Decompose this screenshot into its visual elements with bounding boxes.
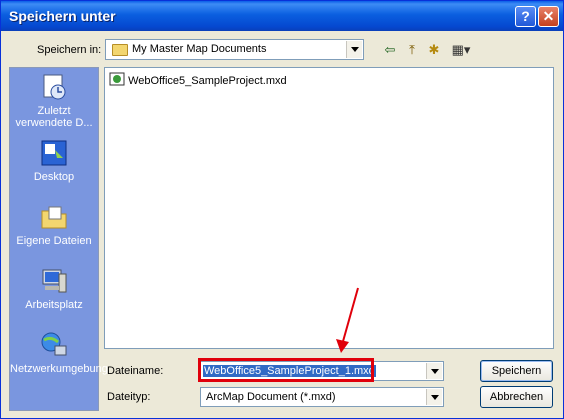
filetype-value: ArcMap Document (*.mxd)	[206, 391, 336, 403]
save-as-dialog: Speichern unter ? ✕ Speichern in: My Mas…	[0, 0, 564, 419]
my-computer-icon	[42, 269, 67, 293]
help-button[interactable]: ?	[515, 6, 536, 27]
folder-icon	[112, 44, 128, 56]
mxd-file-icon	[109, 72, 125, 86]
place-recent[interactable]: Zuletzt verwendete D...	[10, 72, 98, 129]
back-icon[interactable]: ⇦	[381, 42, 399, 58]
view-menu-icon[interactable]: ▦▾	[449, 42, 473, 58]
place-desktop[interactable]: Desktop	[10, 138, 98, 183]
list-item[interactable]: WebOffice5_SampleProject.mxd	[109, 72, 287, 87]
place-network[interactable]: Netzwerkumgebung	[10, 330, 108, 375]
place-label: Arbeitsplatz	[25, 299, 83, 311]
chevron-down-icon[interactable]	[426, 389, 442, 405]
network-icon	[41, 332, 67, 356]
save-in-label: Speichern in:	[37, 44, 102, 56]
place-label: Eigene Dateien	[16, 235, 92, 247]
file-name: WebOffice5_SampleProject.mxd	[128, 75, 287, 87]
close-icon: ✕	[542, 8, 555, 24]
file-list[interactable]: WebOffice5_SampleProject.mxd	[104, 67, 554, 349]
place-my-documents[interactable]: Eigene Dateien	[10, 202, 98, 247]
window-title: Speichern unter	[9, 8, 116, 24]
save-in-combo[interactable]: My Master Map Documents	[105, 39, 364, 60]
desktop-icon	[41, 140, 67, 166]
filetype-select[interactable]: ArcMap Document (*.mxd)	[200, 387, 444, 407]
close-button[interactable]: ✕	[538, 6, 559, 27]
my-documents-icon	[41, 206, 67, 229]
chevron-down-icon[interactable]	[346, 41, 362, 58]
filename-label: Dateiname:	[107, 365, 164, 377]
place-my-computer[interactable]: Arbeitsplatz	[10, 266, 98, 311]
new-folder-icon[interactable]: ✱	[425, 42, 443, 58]
title-bar[interactable]: Speichern unter ? ✕	[1, 1, 563, 31]
recent-documents-icon	[43, 74, 66, 100]
places-bar: Zuletzt verwendete D... Desktop Eigene D…	[9, 67, 108, 411]
highlight-box	[198, 358, 374, 382]
cancel-button[interactable]: Abbrechen	[480, 386, 553, 408]
save-button[interactable]: Speichern	[480, 360, 553, 382]
place-label: Netzwerkumgebung	[10, 363, 108, 375]
filetype-label: Dateityp:	[107, 391, 151, 403]
place-label: Zuletzt verwendete D...	[15, 105, 93, 129]
up-folder-icon[interactable]: ⤒	[403, 42, 421, 58]
chevron-down-icon[interactable]	[426, 363, 442, 379]
annotation-arrow	[336, 287, 359, 353]
location-value: My Master Map Documents	[132, 43, 267, 55]
question-mark-icon: ?	[521, 8, 530, 24]
place-label: Desktop	[33, 171, 75, 183]
